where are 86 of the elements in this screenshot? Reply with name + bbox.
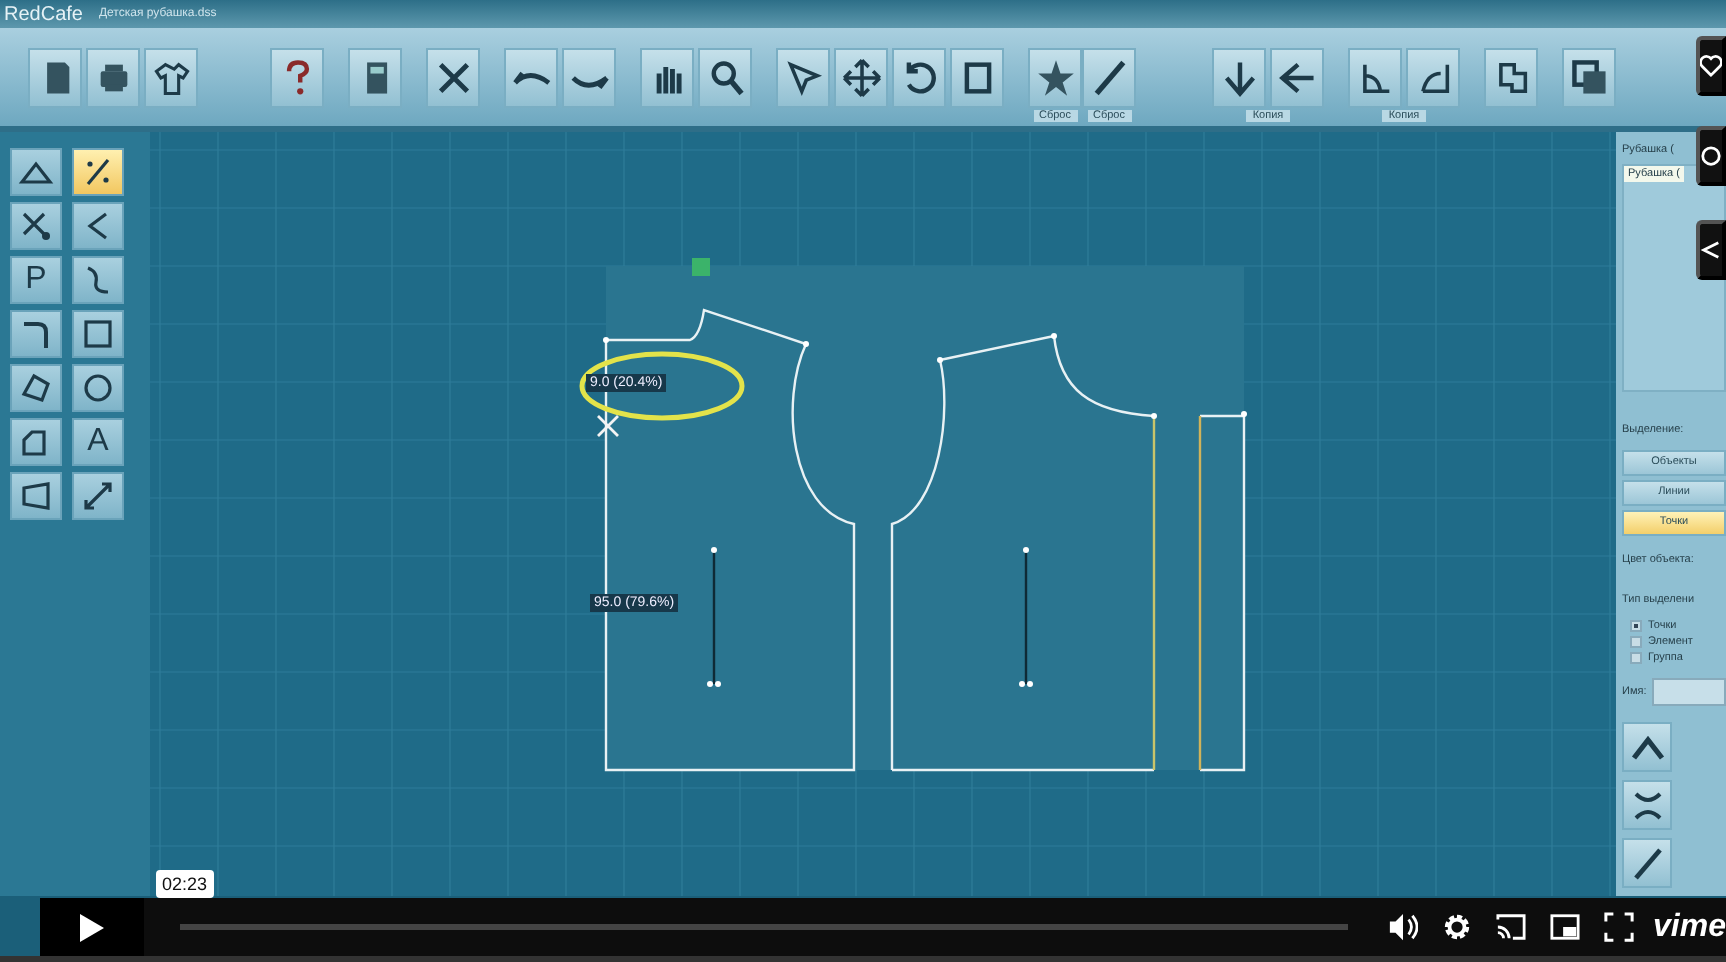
undo-icon xyxy=(511,66,551,90)
star-icon xyxy=(1035,58,1075,98)
tool-button[interactable] xyxy=(10,310,62,358)
picture-in-picture-button[interactable] xyxy=(1549,912,1580,942)
arrow-left-icon xyxy=(1277,58,1317,98)
toolbar-button[interactable] xyxy=(562,48,616,108)
clock-icon xyxy=(1700,144,1722,168)
line-icon xyxy=(1629,845,1665,881)
radio-button[interactable] xyxy=(1630,636,1642,648)
tool-button[interactable] xyxy=(72,256,124,304)
share-icon xyxy=(1700,238,1722,262)
toolbar-button[interactable] xyxy=(348,48,402,108)
volume-button[interactable] xyxy=(1387,912,1418,942)
scissors-cursor-icon xyxy=(596,414,620,438)
share-button[interactable] xyxy=(1696,220,1726,280)
settings-button[interactable] xyxy=(1441,912,1472,942)
toolbar-button[interactable] xyxy=(86,48,140,108)
progress-track[interactable] xyxy=(180,924,1348,930)
shirt-icon xyxy=(151,58,191,98)
tool-button[interactable] xyxy=(1622,780,1672,830)
toolbar-button[interactable] xyxy=(144,48,198,108)
toolbar-button[interactable] xyxy=(1212,48,1266,108)
line-icon xyxy=(1089,58,1129,98)
time-tooltip: 02:23 xyxy=(156,870,214,898)
corner-icon xyxy=(18,316,54,352)
heart-icon xyxy=(1700,54,1722,78)
toolbar-button[interactable] xyxy=(426,48,480,108)
scissors-icon xyxy=(18,208,54,244)
toolbar-button[interactable] xyxy=(640,48,694,108)
resize-icon xyxy=(80,478,116,514)
play-icon xyxy=(78,911,106,943)
toolbar-button[interactable] xyxy=(950,48,1004,108)
curves-icon xyxy=(1629,787,1665,823)
tool-button[interactable] xyxy=(10,418,62,466)
toolbar-button[interactable] xyxy=(892,48,946,108)
toolbar-button[interactable] xyxy=(1082,48,1136,108)
circle-icon xyxy=(80,370,116,406)
tool-button[interactable] xyxy=(10,148,62,196)
tool-button[interactable] xyxy=(72,310,124,358)
app-title: RedCafe xyxy=(4,3,83,25)
anchor-marker xyxy=(692,258,710,276)
toolbar-button[interactable] xyxy=(1028,48,1082,108)
play-button[interactable] xyxy=(40,898,144,956)
like-button[interactable] xyxy=(1696,36,1726,96)
tool-button[interactable]: P xyxy=(10,256,62,304)
close-icon xyxy=(433,58,473,98)
toolbar-button[interactable] xyxy=(698,48,752,108)
tool-button[interactable] xyxy=(1622,722,1672,772)
fullscreen-button[interactable] xyxy=(1603,912,1634,942)
fullscreen-icon xyxy=(1603,912,1634,942)
tool-button[interactable] xyxy=(10,472,62,520)
toolbar-button[interactable] xyxy=(834,48,888,108)
tool-button[interactable] xyxy=(72,202,124,250)
speaker-icon xyxy=(1387,912,1418,942)
tool-button[interactable] xyxy=(72,364,124,412)
toolbar-button[interactable] xyxy=(1406,48,1460,108)
pointer-icon xyxy=(783,58,823,98)
tool-button[interactable]: A xyxy=(72,418,124,466)
name-field[interactable] xyxy=(1652,678,1726,706)
toolbar-button[interactable] xyxy=(1270,48,1324,108)
tool-button[interactable] xyxy=(72,148,124,196)
toolbar-button[interactable] xyxy=(270,48,324,108)
tool-button[interactable] xyxy=(1622,838,1672,888)
tool-button[interactable] xyxy=(72,472,124,520)
toolbar-button[interactable] xyxy=(28,48,82,108)
arrow-down-icon xyxy=(1219,58,1259,98)
layers-icon xyxy=(1569,58,1609,98)
cast-button[interactable] xyxy=(1495,912,1526,942)
tool-button[interactable] xyxy=(10,364,62,412)
picture-in-picture-icon xyxy=(1549,912,1580,942)
toolbar-button[interactable] xyxy=(1484,48,1538,108)
radio-button[interactable] xyxy=(1630,620,1642,632)
toolbar-button[interactable] xyxy=(1348,48,1402,108)
tool-button[interactable] xyxy=(10,202,62,250)
polygon-icon xyxy=(18,370,54,406)
shape-icon xyxy=(18,478,54,514)
watch-later-button[interactable] xyxy=(1696,126,1726,186)
toolbar-button[interactable] xyxy=(504,48,558,108)
cast-icon xyxy=(1495,912,1526,942)
radio-button[interactable] xyxy=(1630,652,1642,664)
settings-icon xyxy=(1441,912,1472,942)
move-icon xyxy=(841,58,881,98)
toolbar-button[interactable] xyxy=(1562,48,1616,108)
player-logo[interactable]: vime xyxy=(1653,909,1726,945)
rectangle-icon xyxy=(80,316,116,352)
toolbar-button[interactable] xyxy=(776,48,830,108)
